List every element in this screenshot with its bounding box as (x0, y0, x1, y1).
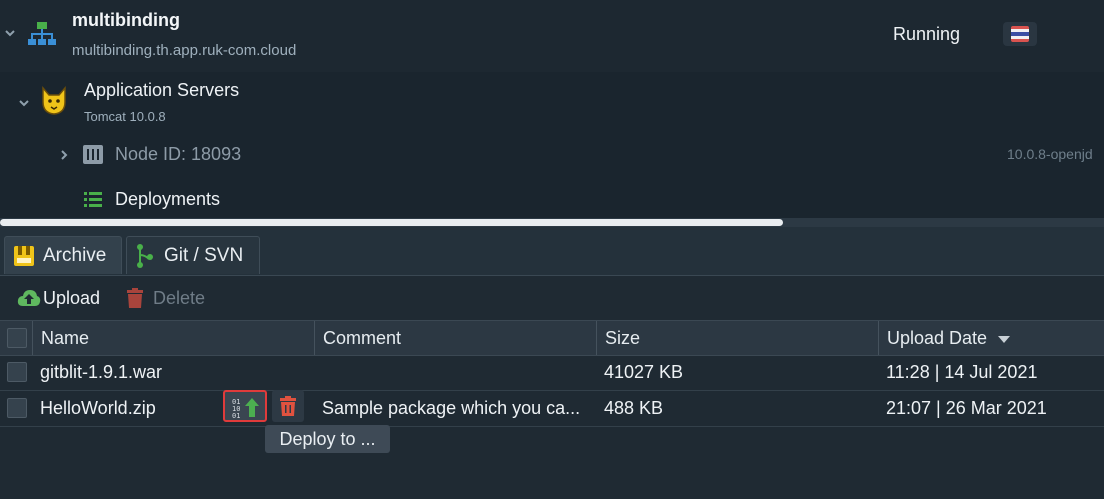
deploy-tooltip: Deploy to ... (265, 425, 390, 453)
deployments-item[interactable]: Deployments (115, 189, 220, 210)
file-upload-date: 21:07 | 26 Mar 2021 (886, 398, 1047, 418)
environment-status: Running (893, 24, 961, 44)
select-all-checkbox[interactable] (7, 328, 27, 348)
chevron-down-icon[interactable] (18, 96, 30, 112)
delete-label: Delete (153, 288, 206, 308)
table-row[interactable]: gitblit-1.9.1.war 41027 KB 11:28 | 14 Ju… (0, 355, 1104, 391)
column-header-comment[interactable]: Comment (315, 321, 597, 355)
environment-row[interactable]: multibinding multibinding.th.app.ruk-com… (0, 0, 1104, 72)
environment-name: multibinding (72, 10, 180, 30)
file-upload-date: 11:28 | 14 Jul 2021 (886, 362, 1038, 382)
deploy-button[interactable]: 01 10 01 (223, 390, 267, 422)
file-name: HelloWorld.zip (40, 398, 156, 418)
file-size: 41027 KB (604, 362, 684, 382)
node-group-subtitle: Tomcat 10.0.8 (84, 109, 166, 124)
row-checkbox[interactable] (7, 398, 27, 418)
row-delete-button[interactable] (272, 390, 304, 422)
deploy-icon: 01 10 01 (232, 396, 260, 423)
file-comment: Sample package which you ca... (322, 398, 581, 418)
deployment-tabs: Archive Git / SVN (0, 227, 1104, 276)
trash-icon (280, 396, 296, 421)
column-header-upload-date[interactable]: Upload Date (879, 321, 1104, 355)
tab-archive-label: Archive (43, 245, 107, 266)
horizontal-scrollbar[interactable] (0, 218, 1104, 227)
tab-git-svn-label: Git / SVN (164, 245, 244, 266)
tomcat-icon (40, 85, 68, 121)
environment-icon (28, 22, 56, 51)
table-header: Name Comment Size Upload Date (0, 320, 1104, 356)
git-icon (135, 243, 155, 274)
node-icon (83, 145, 103, 169)
row-checkbox[interactable] (7, 362, 27, 382)
sort-desc-icon (998, 321, 1011, 355)
file-name: gitblit-1.9.1.war (40, 362, 163, 382)
table-row[interactable]: HelloWorld.zip Sample package which you … (0, 391, 1104, 427)
deployments-icon (84, 192, 102, 212)
flag-icon (1011, 26, 1029, 42)
file-size: 488 KB (604, 398, 664, 418)
tab-git-svn[interactable]: Git / SVN (126, 236, 260, 274)
scrollbar-thumb[interactable] (0, 219, 783, 226)
column-header-name[interactable]: Name (33, 321, 315, 355)
column-header-size[interactable]: Size (597, 321, 879, 355)
chevron-down-icon[interactable] (4, 26, 16, 42)
tab-archive[interactable]: Archive (4, 236, 122, 274)
upload-icon (17, 289, 41, 312)
node-version: 10.0.8-openjd (1007, 146, 1093, 162)
archive-icon (14, 246, 34, 271)
environment-domain-link[interactable]: multibinding.th.app.ruk-com.cloud (72, 42, 296, 59)
region-flag-button[interactable] (1003, 22, 1037, 46)
node-id-label[interactable]: Node ID: 18093 (115, 144, 241, 165)
trash-icon (127, 288, 143, 313)
upload-label: Upload (43, 288, 101, 308)
archive-toolbar: Upload Delete (0, 276, 1104, 320)
chevron-right-icon[interactable] (58, 148, 70, 164)
column-header-upload-date-label: Upload Date (887, 328, 988, 348)
node-group-title[interactable]: Application Servers (84, 80, 239, 101)
select-all-cell (0, 321, 33, 355)
environment-tree: multibinding multibinding.th.app.ruk-com… (0, 0, 1104, 218)
svg-text:01: 01 (232, 412, 240, 418)
